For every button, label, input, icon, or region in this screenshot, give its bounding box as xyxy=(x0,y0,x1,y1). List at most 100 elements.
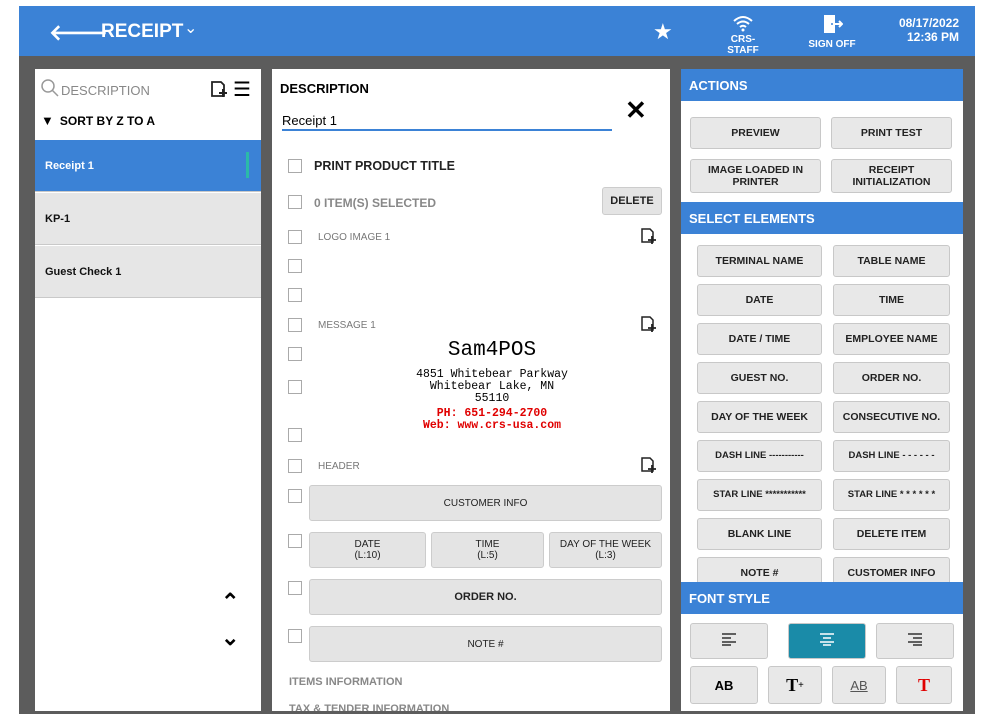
tax-tender-section[interactable]: TAX & TENDER INFORMATION xyxy=(289,703,449,711)
actions-header: ACTIONS xyxy=(681,69,963,101)
text-size-button[interactable]: T + xyxy=(768,666,822,704)
day-of-week-element[interactable]: DAY OF THE WEEK (L:3) xyxy=(549,532,662,568)
table-name-element-button[interactable]: TABLE NAME xyxy=(833,245,950,277)
image-loaded-button[interactable]: IMAGE LOADED IN PRINTER xyxy=(690,159,821,193)
red-text-button[interactable]: T xyxy=(896,666,952,704)
print-test-button[interactable]: PRINT TEST xyxy=(831,117,952,149)
close-icon[interactable]: ✕ xyxy=(625,95,647,126)
sort-button[interactable]: ▼ SORT BY Z TO A xyxy=(41,113,155,128)
wifi-icon xyxy=(721,14,765,34)
align-left-button[interactable] xyxy=(690,623,768,659)
checkbox[interactable] xyxy=(288,347,302,361)
chevron-down-icon[interactable]: ⌄ xyxy=(184,18,197,38)
align-left-icon xyxy=(721,632,737,651)
consecutive-no-element-button[interactable]: CONSECUTIVE NO. xyxy=(833,401,950,433)
add-element-icon[interactable] xyxy=(640,456,658,479)
receipt-zip: 55110 xyxy=(474,392,510,405)
message-label: MESSAGE 1 xyxy=(318,320,376,331)
order-no-element[interactable]: ORDER NO. xyxy=(309,579,662,615)
underline-style-button[interactable]: AB xyxy=(832,666,886,704)
checkbox[interactable] xyxy=(288,318,302,332)
exit-door-icon xyxy=(821,15,844,38)
note-element[interactable]: NOTE # xyxy=(309,626,662,662)
sign-off-button[interactable]: SIGN OFF xyxy=(805,14,859,50)
dash-line-long-element-button[interactable]: DASH LINE ----------- xyxy=(697,440,822,472)
checkbox[interactable] xyxy=(288,581,302,595)
day-of-week-element-button[interactable]: DAY OF THE WEEK xyxy=(697,401,822,433)
logo-image-label: LOGO IMAGE 1 xyxy=(318,232,391,243)
employee-name-element-button[interactable]: EMPLOYEE NAME xyxy=(833,323,950,355)
checkbox[interactable] xyxy=(288,629,302,643)
back-arrow-icon[interactable]: 🡐 xyxy=(49,20,108,46)
font-style-header: FONT STYLE xyxy=(681,582,963,614)
date-time: 08/17/2022 12:36 PM xyxy=(889,16,959,44)
delete-item-element-button[interactable]: DELETE ITEM xyxy=(833,518,950,550)
star-icon[interactable]: ★ xyxy=(653,19,673,45)
star-line-spaced-element-button[interactable]: STAR LINE * * * * * * xyxy=(833,479,950,511)
checkbox[interactable] xyxy=(288,195,302,209)
customer-info-element[interactable]: CUSTOMER INFO xyxy=(309,485,662,521)
delete-button[interactable]: DELETE xyxy=(602,187,662,215)
list-item[interactable]: Guest Check 1 xyxy=(35,246,261,298)
checkbox[interactable] xyxy=(288,288,302,302)
list-item[interactable]: Receipt 1 xyxy=(35,140,261,192)
checkbox[interactable] xyxy=(288,159,302,173)
receipt-init-label-1: RECEIPT xyxy=(868,164,915,176)
text-size-plus-icon: + xyxy=(798,679,804,691)
description-input[interactable]: Receipt 1 xyxy=(282,107,612,131)
menu-icon[interactable]: ☰ xyxy=(233,77,251,102)
search-bar[interactable]: DESCRIPTION ☰ xyxy=(41,79,256,101)
page-title[interactable]: RECEIPT xyxy=(101,21,183,43)
day-of-week-element-label: DAY OF THE WEEK xyxy=(559,539,652,550)
list-item[interactable]: KP-1 xyxy=(35,193,261,245)
date-element-button[interactable]: DATE xyxy=(697,284,822,316)
search-icon xyxy=(41,79,59,102)
text-size-label: T xyxy=(786,674,799,695)
terminal-name-element-button[interactable]: TERMINAL NAME xyxy=(697,245,822,277)
items-selected-label: 0 ITEM(S) SELECTED xyxy=(314,196,437,210)
search-placeholder[interactable]: DESCRIPTION xyxy=(61,83,150,98)
add-item-icon[interactable] xyxy=(209,79,229,104)
checkbox[interactable] xyxy=(288,534,302,548)
scroll-down-icon[interactable]: ⌄ xyxy=(221,625,239,651)
checkbox[interactable] xyxy=(288,380,302,394)
order-no-element-button[interactable]: ORDER NO. xyxy=(833,362,950,394)
date-element-label: DATE xyxy=(354,539,381,550)
list-item-label: KP-1 xyxy=(45,213,71,225)
dash-line-spaced-element-button[interactable]: DASH LINE - - - - - - xyxy=(833,440,950,472)
wifi-status[interactable]: CRS-STAFF xyxy=(721,14,765,56)
add-element-icon[interactable] xyxy=(640,315,658,338)
top-bar: 🡐 RECEIPT ⌄ ★ CRS-STAFF SIGN OFF 08/17/2… xyxy=(19,6,975,56)
select-elements-header: SELECT ELEMENTS xyxy=(681,202,963,234)
checkbox[interactable] xyxy=(288,428,302,442)
time-text: 12:36 PM xyxy=(906,30,959,44)
print-product-title-label: PRINT PRODUCT TITLE xyxy=(314,159,455,173)
date-element[interactable]: DATE (L:10) xyxy=(309,532,426,568)
preview-button[interactable]: PREVIEW xyxy=(690,117,821,149)
add-element-icon[interactable] xyxy=(640,227,658,250)
align-right-button[interactable] xyxy=(876,623,954,659)
time-element[interactable]: TIME (L:5) xyxy=(431,532,544,568)
header-label: HEADER xyxy=(318,461,360,472)
date-time-element-button[interactable]: DATE / TIME xyxy=(697,323,822,355)
bold-style-button[interactable]: AB xyxy=(690,666,758,704)
checkbox[interactable] xyxy=(288,259,302,273)
align-center-button[interactable] xyxy=(788,623,866,659)
scroll-up-icon[interactable]: ⌃ xyxy=(221,589,239,615)
star-line-tight-element-button[interactable]: STAR LINE *********** xyxy=(697,479,822,511)
receipt-initialization-button[interactable]: RECEIPT INITIALIZATION xyxy=(831,159,952,193)
sign-off-label: SIGN OFF xyxy=(808,39,856,50)
time-element-button[interactable]: TIME xyxy=(833,284,950,316)
blank-line-element-button[interactable]: BLANK LINE xyxy=(697,518,822,550)
checkbox[interactable] xyxy=(288,459,302,473)
actions-panel: ACTIONS PREVIEW PRINT TEST IMAGE LOADED … xyxy=(681,69,963,711)
receipt-init-label-2: INITIALIZATION xyxy=(852,176,931,188)
selection-marker xyxy=(246,152,249,178)
guest-no-element-button[interactable]: GUEST NO. xyxy=(697,362,822,394)
checkbox[interactable] xyxy=(288,489,302,503)
items-info-section[interactable]: ITEMS INFORMATION xyxy=(289,676,402,688)
checkbox[interactable] xyxy=(288,230,302,244)
list-item-label: Receipt 1 xyxy=(45,160,94,172)
align-right-icon xyxy=(907,632,923,651)
description-title: DESCRIPTION xyxy=(280,81,369,96)
